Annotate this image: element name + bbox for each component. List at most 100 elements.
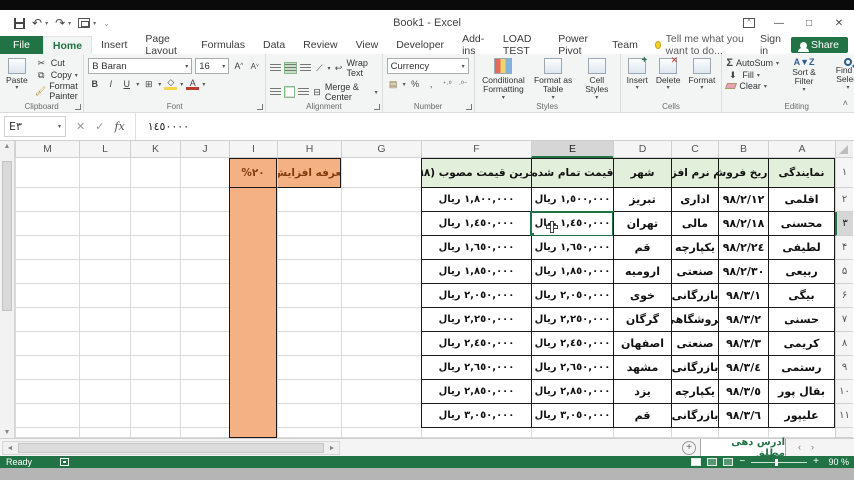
cell-I2[interactable] [229, 188, 277, 212]
cell-F1[interactable]: آخرین قیمت مصوب (٩٨) [421, 158, 531, 188]
borders-dropdown-icon[interactable]: ▾ [158, 81, 161, 88]
cell-D6[interactable]: خوی [613, 284, 671, 308]
column-header-C[interactable]: C [671, 141, 718, 158]
number-format-combo[interactable]: Currency ▾ [386, 58, 469, 74]
cell-E10[interactable]: ٢,٨٥٠,٠٠٠ ریال [531, 380, 613, 404]
tab-load-test[interactable]: LOAD TEST [494, 33, 549, 57]
cell-L7[interactable] [79, 308, 130, 332]
column-header-H[interactable]: H [277, 141, 341, 158]
close-button[interactable]: ✕ [824, 10, 854, 36]
font-color-dropdown-icon[interactable]: ▾ [202, 81, 205, 88]
cell-H1[interactable]: تعرفه افزایش [277, 158, 341, 188]
orientation-icon[interactable]: ⟋ [314, 62, 324, 74]
cell-M6[interactable] [15, 284, 79, 308]
cell-M9[interactable] [15, 356, 79, 380]
wrap-text-button[interactable]: ↩ Wrap Text [333, 58, 377, 78]
cell-L9[interactable] [79, 356, 130, 380]
cell-C8[interactable]: صنعتی [671, 332, 718, 356]
cell-A8[interactable]: کریمی [768, 332, 835, 356]
cell-E5[interactable]: ١,٨٥٠,٠٠٠ ریال [531, 260, 613, 284]
align-bottom-icon[interactable] [300, 62, 312, 74]
cell-F8[interactable]: ٢,٤٥٠,٠٠٠ ریال [421, 332, 531, 356]
collapse-ribbon-icon[interactable]: ˄ [843, 98, 848, 108]
cell-J6[interactable] [180, 284, 229, 308]
decrease-decimal-icon[interactable]: ·⁰⁻ [457, 78, 470, 90]
page-layout-view-icon[interactable] [707, 458, 718, 466]
cell-G3[interactable] [341, 212, 421, 236]
underline-button[interactable]: U [120, 78, 133, 90]
cell-I8[interactable] [229, 332, 277, 356]
scroll-up-icon[interactable]: ▲ [0, 143, 14, 150]
cell-I11[interactable] [229, 404, 277, 428]
cell-E1[interactable]: قیمت تمام شده [531, 158, 613, 188]
merge-center-button[interactable]: ⊟ Merge & Center ▾ [312, 82, 377, 102]
align-right-icon[interactable] [298, 86, 310, 98]
cell-F3[interactable]: ١,٤٥٠,٠٠٠ ریال [421, 212, 531, 236]
cell-B9[interactable]: ٩٨/٣/٤ [718, 356, 768, 380]
conditional-formatting-button[interactable]: Conditional Formatting ▾ [479, 57, 529, 102]
tab-review[interactable]: Review [294, 36, 346, 54]
format-as-table-button[interactable]: Format as Table ▾ [530, 57, 576, 102]
cell-B6[interactable]: ٩٨/٣/١ [718, 284, 768, 308]
tab-home[interactable]: Home [42, 36, 93, 54]
cell-L2[interactable] [79, 188, 130, 212]
cell-M1[interactable] [15, 158, 79, 188]
tab-file[interactable]: File [0, 36, 43, 54]
cell-A6[interactable]: بیگی [768, 284, 835, 308]
cell-F11[interactable]: ٣,٠٥٠,٠٠٠ ریال [421, 404, 531, 428]
cell-C11[interactable]: بازرگانی [671, 404, 718, 428]
formula-input[interactable]: ١٤٥٠٠٠٠ [140, 113, 854, 140]
column-header-F[interactable]: F [421, 141, 531, 158]
shrink-font-icon[interactable]: A ˅ [248, 60, 261, 72]
cell-L11[interactable] [79, 404, 130, 428]
cell-B11[interactable]: ٩٨/٣/٦ [718, 404, 768, 428]
cell-I1[interactable]: ٢٠% [229, 158, 277, 188]
bold-button[interactable]: B [88, 78, 101, 90]
align-left-icon[interactable] [270, 86, 282, 98]
cell-K9[interactable] [130, 356, 180, 380]
copy-button[interactable]: ⧉ Copy ▾ [35, 69, 80, 81]
zoom-slider-thumb[interactable] [775, 458, 779, 466]
redo-icon[interactable]: ↷ [55, 17, 65, 29]
paste-button[interactable]: Paste ▾ [4, 57, 30, 101]
row-header-8[interactable]: ۸ [835, 332, 853, 356]
increase-decimal-icon[interactable]: ⁺·⁰ [441, 78, 454, 90]
horizontal-scrollbar[interactable]: ◄ ► [2, 441, 340, 455]
cell-H11[interactable] [277, 404, 341, 428]
enter-icon[interactable]: ✓ [95, 120, 104, 133]
cell-D7[interactable]: گرگان [613, 308, 671, 332]
cell-G2[interactable] [341, 188, 421, 212]
cell-H4[interactable] [277, 236, 341, 260]
cell-I4[interactable] [229, 236, 277, 260]
cell-G11[interactable] [341, 404, 421, 428]
zoom-slider[interactable] [751, 458, 808, 466]
cell-D12[interactable] [613, 428, 671, 438]
cell-J8[interactable] [180, 332, 229, 356]
save-icon[interactable] [14, 17, 25, 29]
cell-M3[interactable] [15, 212, 79, 236]
cell-H7[interactable] [277, 308, 341, 332]
scroll-down-icon[interactable]: ▼ [0, 429, 14, 436]
cell-A4[interactable]: لطیفی [768, 236, 835, 260]
cut-button[interactable]: ✂ Cut [35, 57, 80, 69]
find-select-button[interactable]: Find & Select▾ [829, 57, 854, 94]
cell-D5[interactable]: ارومیه [613, 260, 671, 284]
cell-M5[interactable] [15, 260, 79, 284]
cell-J9[interactable] [180, 356, 229, 380]
tab-data[interactable]: Data [254, 36, 294, 54]
font-dialog-launcher[interactable] [257, 104, 264, 110]
name-box-dropdown-icon[interactable]: ▾ [58, 123, 61, 130]
undo-icon[interactable]: ↶ [32, 17, 42, 29]
row-header-3[interactable]: ۳ [835, 212, 853, 236]
cell-B1[interactable]: تاریخ فروش [718, 158, 768, 188]
align-top-icon[interactable] [270, 62, 282, 74]
cell-C6[interactable]: بازرگانی [671, 284, 718, 308]
cell-E11[interactable]: ٣,٠٥٠,٠٠٠ ریال [531, 404, 613, 428]
cell-H5[interactable] [277, 260, 341, 284]
row-header-4[interactable]: ۴ [835, 236, 853, 260]
tab-scroll-left-icon[interactable]: ‹ [798, 442, 801, 452]
cell-L10[interactable] [79, 380, 130, 404]
column-header-I[interactable]: I [229, 141, 277, 158]
paste-dropdown-icon[interactable]: ▾ [15, 85, 18, 92]
share-button[interactable]: Share [790, 37, 848, 53]
